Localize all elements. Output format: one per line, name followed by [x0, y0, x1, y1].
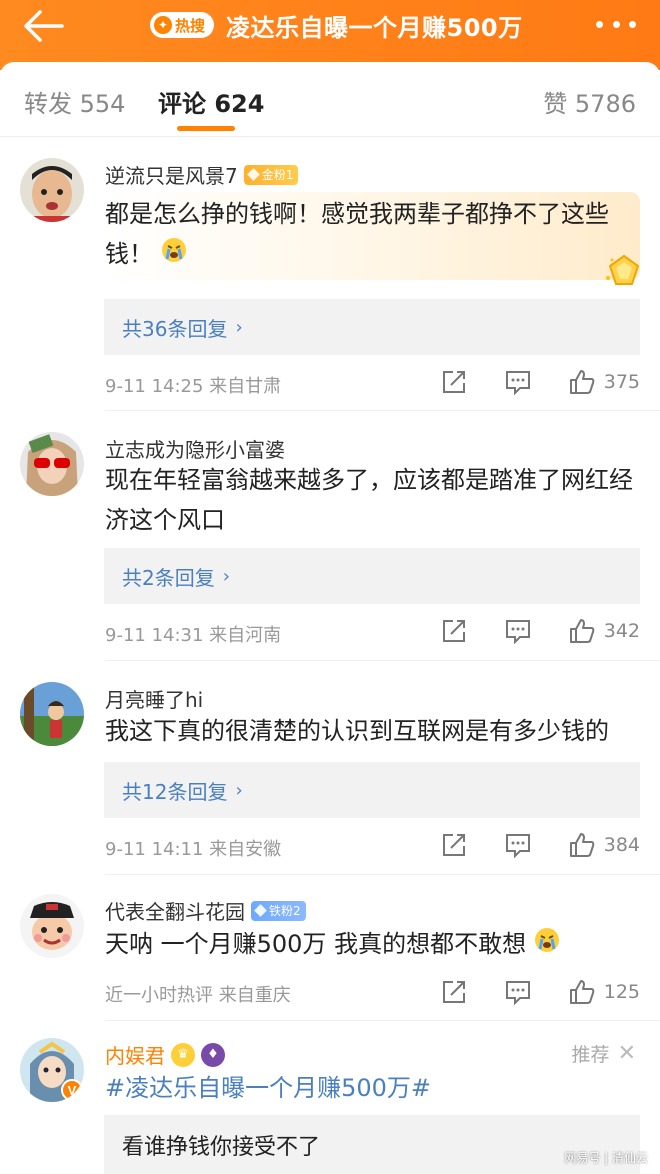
repost-icon[interactable] [440, 978, 468, 1006]
fan-badge-label: 铁粉2 [269, 904, 301, 918]
page-title: 凌达乐自曝一个月赚500万 [226, 13, 523, 42]
view-replies-button[interactable]: 共12条回复 › [104, 762, 640, 818]
hot-badge-label: 热搜 [175, 16, 206, 35]
comment-text: 现在年轻富翁越来越多了，应该都是踏准了网红经济这个风口 [105, 466, 633, 534]
hot-search-title[interactable]: ✦ 热搜 凌达乐自曝一个月赚500万 [150, 8, 523, 42]
chevron-right-icon: › [235, 316, 243, 338]
comment-icon[interactable] [504, 617, 532, 645]
like-icon[interactable] [568, 978, 596, 1006]
chevron-right-icon: › [235, 779, 243, 801]
more-options-icon[interactable] [596, 12, 636, 36]
comment-text: 天呐 一个月赚500万 我真的想都不敢想 [105, 924, 640, 965]
crown-badge-icon: ♛ [171, 1042, 195, 1067]
active-tab-indicator [177, 126, 235, 131]
recommend-label: 推荐 [571, 1044, 610, 1066]
divider [105, 410, 660, 411]
fan-badge: 金粉1 [243, 164, 299, 185]
comment-actions: 375 [440, 368, 640, 396]
diamond-icon [254, 904, 267, 917]
flame-icon: ✦ [154, 16, 172, 34]
like-count: 384 [603, 834, 640, 856]
comment-actions: 384 [440, 831, 640, 859]
comment-username[interactable]: 逆流只是风景7 金粉1 [105, 160, 299, 189]
comment-text-content: 天呐 一个月赚500万 我真的想都不敢想 [105, 930, 527, 958]
watermark: 网易号 | 清仙云 [564, 1151, 648, 1165]
hot-search-badge: ✦ 热搜 [150, 12, 215, 38]
divider [105, 660, 660, 661]
username-text: 立志成为隐形小富婆 [105, 438, 285, 462]
repost-icon[interactable] [440, 831, 468, 859]
comment-username[interactable]: 月亮睡了hi [105, 684, 203, 713]
comment-icon[interactable] [504, 368, 532, 396]
comment-meta: 9-11 14:25 来自甘肃 [105, 376, 282, 397]
view-replies-button[interactable]: 共36条回复 › [104, 299, 640, 355]
fan-badge-label: 金粉1 [261, 168, 294, 182]
comment-text: 我这下真的很清楚的认识到互联网是有多少钱的 [105, 717, 609, 745]
comment-actions: 125 [440, 978, 640, 1006]
like-icon[interactable] [568, 831, 596, 859]
avatar[interactable] [20, 682, 84, 746]
avatar[interactable] [20, 158, 84, 222]
avatar[interactable] [20, 432, 84, 496]
comment-username[interactable]: 代表全翻斗花园 铁粉2 [105, 896, 306, 925]
view-replies-button[interactable]: 共2条回复 › [104, 548, 640, 604]
crying-emoji-icon [534, 925, 560, 965]
comment-username[interactable]: 内娱君 ♛ ♦ [105, 1040, 225, 1069]
reply-preview-text: 看谁挣钱你接受不了 [122, 1134, 321, 1160]
shield-badge-icon: ♦ [201, 1042, 225, 1067]
chevron-right-icon: › [222, 565, 230, 587]
avatar[interactable] [20, 894, 84, 958]
reply-count-label: 共12条回复 [122, 779, 228, 804]
like-count: 342 [603, 620, 640, 642]
tab-bar: 转发 554 评论 624 赞 5786 [0, 62, 660, 137]
close-icon[interactable]: ✕ [618, 1041, 636, 1066]
tab-repost[interactable]: 转发 554 [24, 84, 125, 119]
comment-icon[interactable] [504, 831, 532, 859]
comment-meta: 近一小时热评 来自重庆 [105, 985, 291, 1006]
tab-comment[interactable]: 评论 624 [158, 84, 264, 119]
sparkle-crown-decoration-icon [604, 252, 644, 288]
like-icon[interactable] [568, 617, 596, 645]
comment-text: 都是怎么挣的钱啊！感觉我两辈子都挣不了这些钱！ [105, 194, 640, 275]
comment-username[interactable]: 立志成为隐形小富婆 [105, 434, 285, 463]
comment-icon[interactable] [504, 978, 532, 1006]
recommend-tag: 推荐 ✕ [572, 1040, 636, 1067]
topic-hashtag-link[interactable]: #凌达乐自曝一个月赚500万# [105, 1068, 640, 1108]
reply-count-label: 共36条回复 [122, 316, 228, 341]
like-count: 125 [603, 981, 640, 1003]
back-arrow-icon[interactable] [22, 8, 66, 44]
comment-actions: 342 [440, 617, 640, 645]
username-text: 逆流只是风景7 [105, 164, 238, 188]
fan-badge: 铁粉2 [251, 900, 306, 921]
repost-icon[interactable] [440, 617, 468, 645]
crying-emoji-icon [161, 235, 187, 275]
divider [105, 1020, 660, 1021]
diamond-icon [246, 168, 260, 181]
username-text: 内娱君 [105, 1044, 165, 1068]
like-count: 375 [603, 371, 640, 393]
tab-like[interactable]: 赞 5786 [543, 84, 636, 119]
username-text: 代表全翻斗花园 [105, 900, 245, 924]
divider [105, 874, 660, 875]
reply-count-label: 共2条回复 [122, 565, 215, 590]
username-text: 月亮睡了hi [105, 688, 204, 712]
avatar[interactable]: V [20, 1038, 84, 1102]
svg-text:V: V [68, 1083, 77, 1098]
comment-meta: 9-11 14:31 来自河南 [105, 625, 282, 646]
comment-meta: 9-11 14:11 来自安徽 [105, 839, 282, 860]
repost-icon[interactable] [440, 368, 468, 396]
reply-preview[interactable]: 看谁挣钱你接受不了 [104, 1115, 640, 1174]
like-icon[interactable] [568, 368, 596, 396]
top-bar: ✦ 热搜 凌达乐自曝一个月赚500万 [0, 0, 660, 70]
